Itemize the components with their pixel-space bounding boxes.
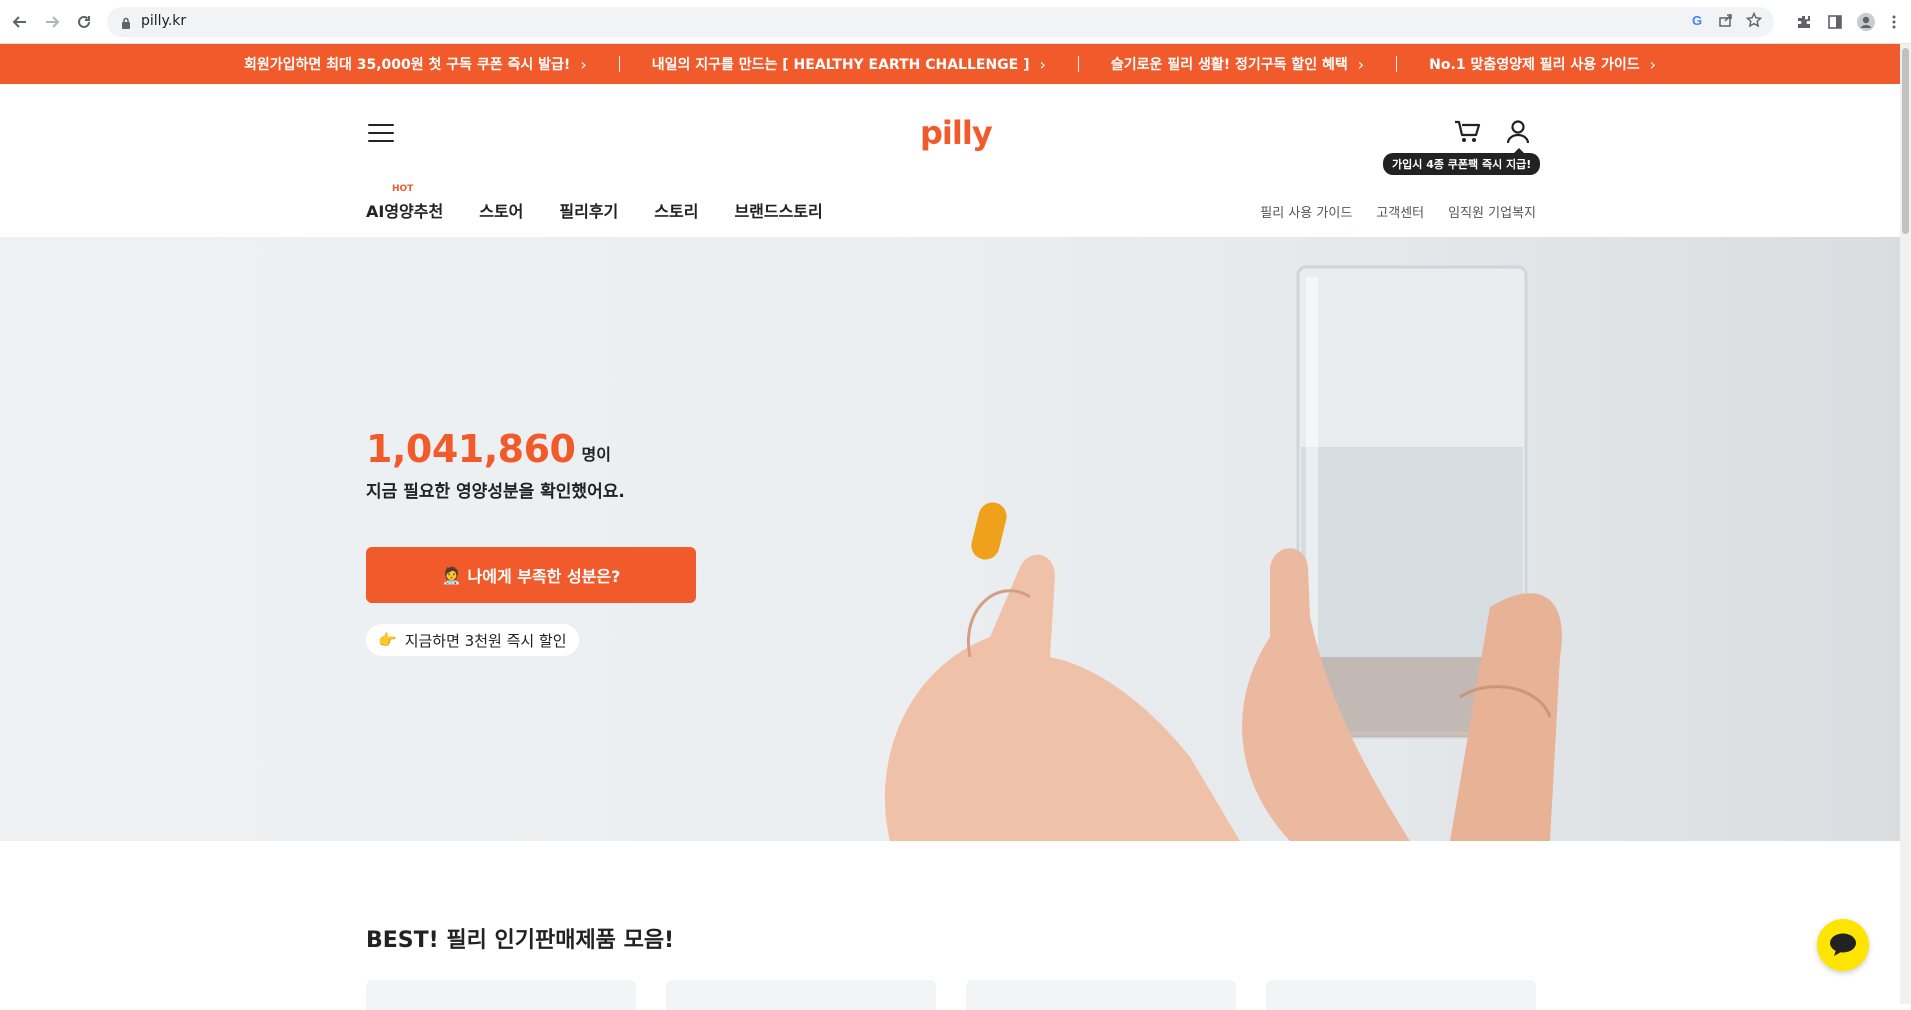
promo-item[interactable]: 내일의 지구를 만드는 [ HEALTHY EARTH CHALLENGE ] › — [652, 54, 1046, 74]
hero-banner: 1,041,860 명이 지금 필요한 영양성분을 확인했어요. 🧑‍⚕️ 나에… — [0, 237, 1900, 841]
pointing-hand-icon: 👉 — [378, 631, 397, 649]
signup-tooltip: 가입시 4종 쿠폰팩 즉시 지급! — [1383, 148, 1541, 175]
nav-item-brand-story[interactable]: 브랜드스토리 — [734, 198, 822, 222]
cta-label: 나에게 부족한 성분은? — [467, 567, 621, 586]
hero-subtitle: 지금 필요한 영양성분을 확인했어요. — [366, 482, 625, 502]
discount-text: 지금하면 3천원 즉시 할인 — [404, 631, 567, 650]
profile-icon[interactable] — [1854, 10, 1878, 34]
nav-label: AI영양추천 — [366, 202, 444, 221]
forward-icon[interactable] — [40, 10, 64, 34]
promo-text: 회원가입하면 최대 35,000원 첫 구독 쿠폰 즉시 발급! — [243, 57, 571, 73]
hero-image — [884, 265, 1562, 841]
reload-icon[interactable] — [72, 10, 96, 34]
scrollbar[interactable] — [1900, 44, 1911, 1004]
promo-text: No.1 맞춤영양제 필리 사용 가이드 — [1429, 57, 1640, 73]
product-card[interactable] — [966, 980, 1236, 1010]
extensions-icon[interactable] — [1792, 10, 1816, 34]
promo-item[interactable]: 슬기로운 필리 생활! 정기구독 할인 혜택 › — [1111, 54, 1364, 74]
ai-recommend-button[interactable]: 🧑‍⚕️ 나에게 부족한 성분은? — [366, 547, 696, 603]
lock-icon — [121, 15, 131, 34]
main-nav: HOT AI영양추천 스토어 필리후기 스토리 브랜드스토리 — [366, 184, 823, 222]
address-bar[interactable]: pilly.kr G — [107, 7, 1774, 37]
user-count-unit: 명이 — [581, 445, 611, 464]
nav-label: 스토리 — [654, 202, 699, 221]
util-corporate-link[interactable]: 임직원 기업복지 — [1448, 202, 1536, 221]
chat-button[interactable] — [1817, 919, 1869, 971]
chevron-right-icon: › — [1357, 54, 1365, 74]
divider — [1077, 56, 1079, 72]
google-icon[interactable]: G — [1690, 12, 1706, 32]
doctor-icon: 🧑‍⚕️ — [441, 565, 462, 585]
chevron-right-icon: › — [1649, 54, 1657, 74]
promo-item[interactable]: No.1 맞춤영양제 필리 사용 가이드 › — [1429, 54, 1656, 74]
hot-badge: HOT — [392, 184, 414, 194]
chevron-right-icon: › — [1039, 54, 1046, 74]
svg-text:G: G — [1692, 13, 1702, 28]
nav-item-store[interactable]: 스토어 — [479, 198, 523, 222]
util-guide-link[interactable]: 필리 사용 가이드 — [1260, 202, 1352, 221]
utility-nav: 필리 사용 가이드 고객센터 임직원 기업복지 — [1260, 202, 1536, 221]
browser-toolbar: pilly.kr G — [0, 0, 1911, 44]
product-card[interactable] — [1266, 980, 1536, 1010]
url-text: pilly.kr — [141, 13, 187, 29]
promo-text: 내일의 지구를 만드는 [ HEALTHY EARTH CHALLENGE ] — [651, 57, 1030, 73]
back-icon[interactable] — [8, 10, 32, 34]
nav-item-ai[interactable]: HOT AI영양추천 — [366, 184, 444, 222]
promo-bar: 회원가입하면 최대 35,000원 첫 구독 쿠폰 즉시 발급! › 내일의 지구… — [0, 44, 1900, 84]
hamburger-menu-icon[interactable] — [368, 124, 394, 144]
product-card[interactable] — [666, 980, 936, 1010]
discount-pill: 👉 지금하면 3천원 즉시 할인 — [366, 624, 579, 656]
nav-label: 브랜드스토리 — [734, 202, 823, 221]
nav-label: 필리후기 — [559, 202, 619, 221]
cart-icon[interactable] — [1454, 119, 1482, 149]
nav-label: 스토어 — [479, 202, 524, 221]
promo-text: 슬기로운 필리 생활! 정기구독 할인 혜택 — [1110, 57, 1348, 73]
nav-item-reviews[interactable]: 필리후기 — [559, 198, 618, 222]
pilly-logo[interactable]: pilly — [920, 114, 993, 152]
chevron-right-icon: › — [580, 54, 587, 74]
best-section-title: BEST! 필리 인기판매제품 모음! — [366, 928, 675, 953]
star-icon[interactable] — [1745, 11, 1763, 32]
site-header: pilly 가입시 4종 쿠폰팩 즉시 지급! HOT AI영양추천 스토어 필… — [0, 84, 1900, 237]
product-cards — [366, 980, 1536, 1010]
divider — [1396, 56, 1398, 72]
user-count: 1,041,860 명이 — [366, 427, 611, 471]
chat-bubble-icon — [1830, 933, 1856, 956]
side-panel-icon[interactable] — [1823, 10, 1847, 34]
product-card[interactable] — [366, 980, 636, 1010]
divider — [618, 56, 620, 72]
menu-icon[interactable] — [1882, 10, 1906, 34]
promo-item[interactable]: 회원가입하면 최대 35,000원 첫 구독 쿠폰 즉시 발급! › — [244, 54, 587, 74]
user-count-number: 1,041,860 — [366, 427, 576, 471]
share-icon[interactable] — [1718, 12, 1734, 32]
util-support-link[interactable]: 고객센터 — [1376, 202, 1424, 221]
nav-item-story[interactable]: 스토리 — [654, 198, 698, 222]
user-icon[interactable] — [1506, 119, 1530, 149]
